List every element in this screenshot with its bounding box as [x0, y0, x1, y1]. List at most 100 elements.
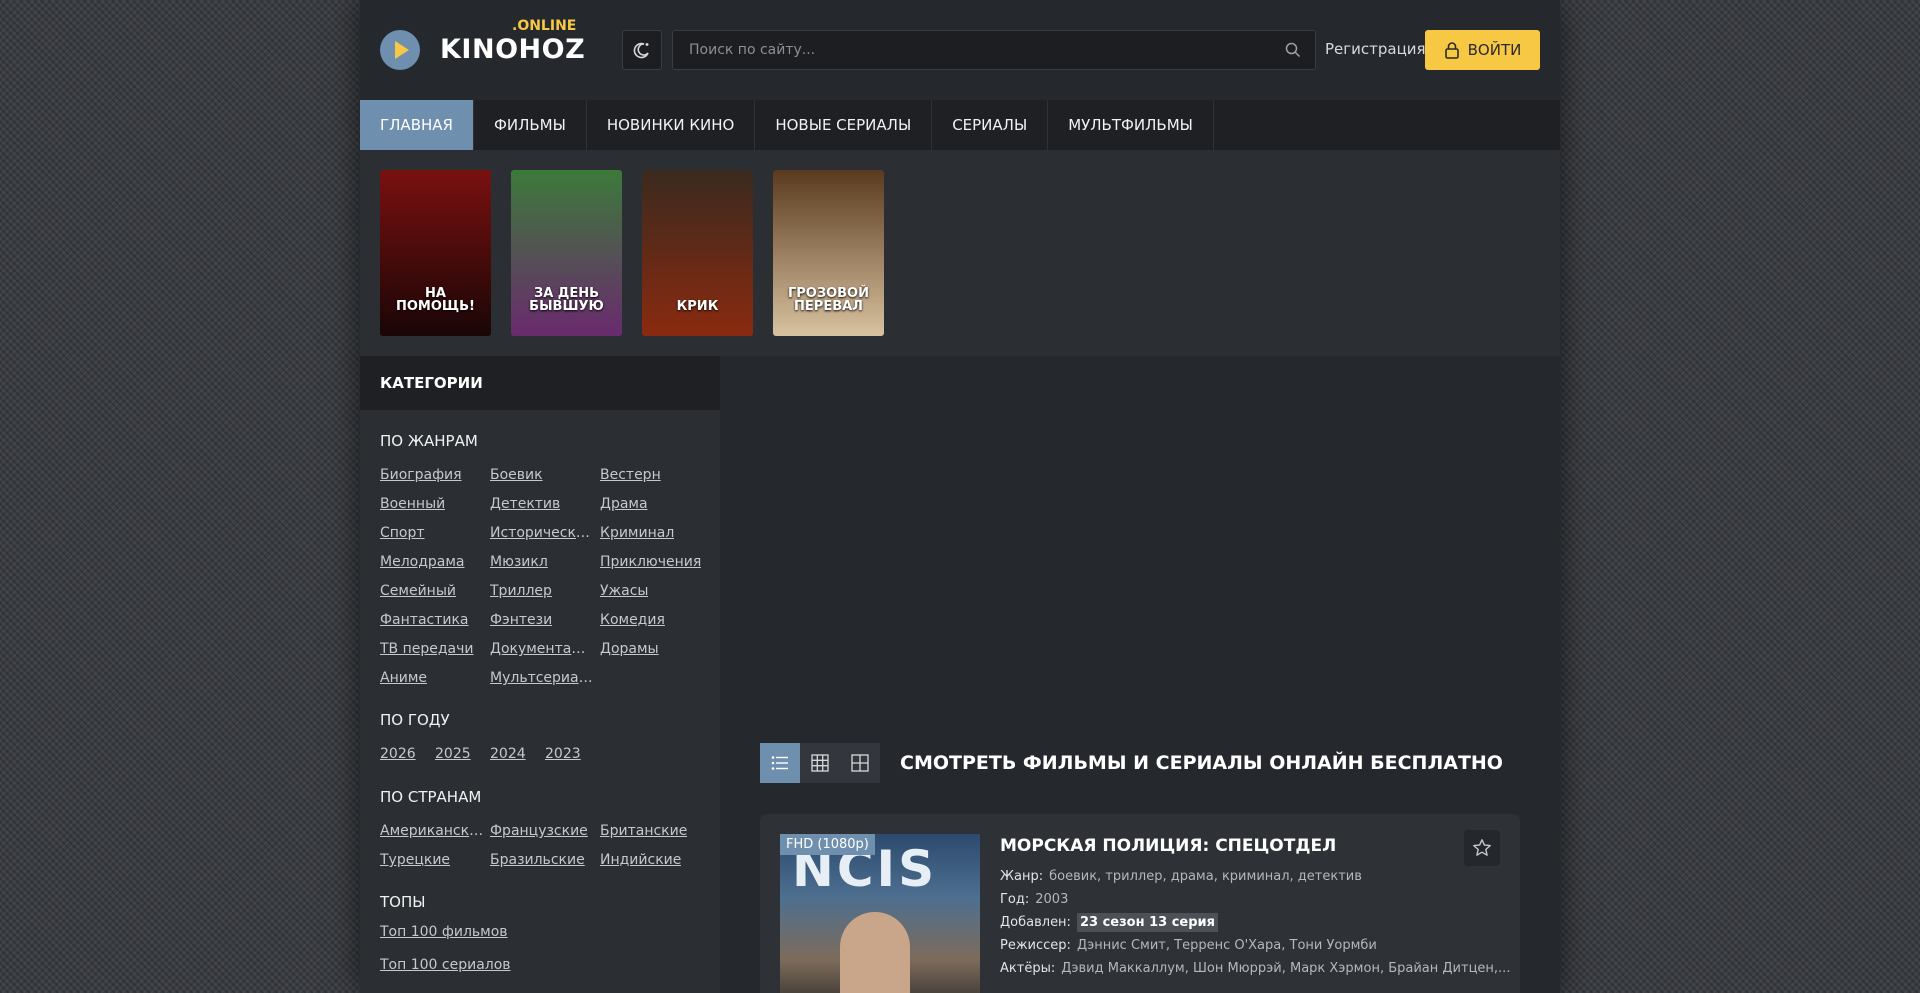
top-link[interactable]: Топ 100 сериалов	[380, 957, 511, 973]
year-link[interactable]: 2024	[490, 746, 526, 762]
tops-title: ТОПЫ	[380, 893, 426, 911]
top-link[interactable]: Топ 100 фильмов	[380, 924, 508, 940]
categories-sidebar: КАТЕГОРИИ ПО ЖАНРАМ Биография Боевик Весте…	[360, 356, 720, 993]
genre-link[interactable]: ТВ передачи	[380, 641, 474, 657]
genres-title: ПО ЖАНРАМ	[380, 432, 478, 450]
genre-link[interactable]: Мюзикл	[490, 554, 548, 570]
genre-link[interactable]: Триллер	[490, 583, 552, 599]
director-label: Режиссер:	[1000, 938, 1071, 953]
genre-link[interactable]: Комедия	[600, 612, 665, 628]
lock-icon	[1444, 42, 1459, 59]
movie-poster[interactable]: NCIS FHD (1080p)	[780, 834, 980, 993]
actors-row: Актёры: Дэвид Маккаллум, Шон Мюррэй, Марк…	[1000, 961, 1510, 976]
nav-item-cartoons[interactable]: МУЛЬТФИЛЬМЫ	[1048, 100, 1214, 150]
poster-title: КРИК	[676, 299, 719, 315]
country-link[interactable]: Индийские	[600, 852, 681, 868]
genre-link[interactable]: Вестерн	[600, 467, 661, 483]
nav-item-home[interactable]: ГЛАВНАЯ	[360, 100, 474, 150]
genre-link[interactable]: Биография	[380, 467, 462, 483]
actors-value: Дэвид Маккаллум, Шон Мюррэй, Марк Хэрмон…	[1061, 961, 1511, 976]
featured-poster[interactable]: НА ПОМОЩЬ!	[380, 170, 491, 336]
genre-link[interactable]: Исторический	[490, 525, 594, 541]
genre-link[interactable]: Фэнтези	[490, 612, 552, 628]
year-link[interactable]: 2025	[435, 746, 471, 762]
poster-title: НА ПОМОЩЬ!	[396, 285, 475, 315]
genre-link[interactable]: Семейный	[380, 583, 456, 599]
featured-poster[interactable]: КРИК	[642, 170, 753, 336]
quality-badge: FHD (1080p)	[780, 834, 875, 855]
genre-row: Жанр: боевик, триллер, драма, криминал, д…	[1000, 869, 1362, 884]
year-link[interactable]: 2023	[545, 746, 581, 762]
year-link[interactable]: 2026	[380, 746, 416, 762]
page: KINOHOZ .ONLINE Регистрация ВОЙТИ	[360, 0, 1560, 993]
added-row: Добавлен: 23 сезон 13 серия	[1000, 913, 1218, 932]
genre-link[interactable]: Детектив	[490, 496, 560, 512]
countries-title: ПО СТРАНАМ	[380, 788, 482, 806]
genre-link[interactable]: Дорамы	[600, 641, 659, 657]
nav-item-new-series[interactable]: НОВЫЕ СЕРИАЛЫ	[755, 100, 933, 150]
nav-item-series[interactable]: СЕРИАЛЫ	[932, 100, 1049, 150]
years-title: ПО ГОДУ	[380, 711, 450, 729]
year-label: Год:	[1000, 892, 1030, 907]
tile-view-button[interactable]	[840, 743, 880, 783]
grid-view-button[interactable]	[800, 743, 840, 783]
search-input[interactable]	[673, 31, 1273, 69]
featured-poster[interactable]: ГРОЗОВОЙ ПЕРЕВАЛ	[773, 170, 884, 336]
sidebar-heading: КАТЕГОРИИ	[360, 356, 720, 410]
genre-link[interactable]: Приключения	[600, 554, 701, 570]
genre-link[interactable]: Военный	[380, 496, 445, 512]
movie-title[interactable]: МОРСКАЯ ПОЛИЦИЯ: СПЕЦОТДЕЛ	[1000, 836, 1336, 856]
register-link[interactable]: Регистрация	[1325, 40, 1426, 58]
genre-value: боевик, триллер, драма, криминал, детект…	[1049, 869, 1362, 884]
featured-carousel: НА ПОМОЩЬ! ЗА ДЕНЬ БЫВШУЮ КРИК ГРОЗОВОЙ …	[360, 150, 1560, 356]
search-icon[interactable]	[1285, 42, 1301, 58]
genre-link[interactable]: Мультсериалы	[490, 670, 594, 686]
genre-link[interactable]: Драма	[600, 496, 648, 512]
header: KINOHOZ .ONLINE Регистрация ВОЙТИ	[360, 0, 1560, 100]
site-logo[interactable]: KINOHOZ .ONLINE	[380, 18, 585, 78]
director-value: Дэннис Смит, Терренс О'Хара, Тони Уормби	[1076, 938, 1377, 953]
poster-title: ЗА ДЕНЬ БЫВШУЮ	[529, 285, 604, 315]
added-badge: 23 сезон 13 серия	[1076, 913, 1218, 932]
added-label: Добавлен:	[1000, 915, 1071, 930]
genre-link[interactable]: Аниме	[380, 670, 427, 686]
list-view-button[interactable]	[760, 743, 800, 783]
login-label: ВОЙТИ	[1467, 41, 1522, 59]
actors-label: Актёры:	[1000, 961, 1056, 976]
genre-link[interactable]: Ужасы	[600, 583, 648, 599]
genre-link[interactable]: Криминал	[600, 525, 674, 541]
favorite-button[interactable]	[1464, 830, 1500, 866]
genre-link[interactable]: Спорт	[380, 525, 425, 541]
search-bar	[672, 30, 1316, 70]
country-link[interactable]: Американские	[380, 823, 484, 839]
director-row: Режиссер: Дэннис Смит, Терренс О'Хара, То…	[1000, 938, 1377, 953]
view-switcher	[760, 743, 880, 783]
year-value: 2003	[1035, 892, 1069, 907]
country-link[interactable]: Французские	[490, 823, 588, 839]
year-row: Год: 2003	[1000, 892, 1068, 907]
nav-item-movies[interactable]: ФИЛЬМЫ	[474, 100, 587, 150]
genre-link[interactable]: Мелодрама	[380, 554, 465, 570]
list-view-icon	[771, 756, 788, 770]
featured-poster[interactable]: ЗА ДЕНЬ БЫВШУЮ	[511, 170, 622, 336]
poster-title: ГРОЗОВОЙ ПЕРЕВАЛ	[788, 285, 869, 315]
nav-item-new-movies[interactable]: НОВИНКИ КИНО	[587, 100, 756, 150]
grid-view-icon	[811, 754, 829, 772]
poster-figure	[840, 912, 910, 993]
login-button[interactable]: ВОЙТИ	[1425, 30, 1540, 70]
genre-link[interactable]: Документальный	[490, 641, 594, 657]
theme-toggle-button[interactable]	[622, 30, 662, 70]
country-link[interactable]: Турецкие	[380, 852, 450, 868]
logo-suffix: .ONLINE	[512, 18, 577, 34]
theme-moon-icon	[633, 42, 649, 59]
genre-label: Жанр:	[1000, 869, 1044, 884]
play-icon	[380, 30, 420, 70]
star-icon	[1473, 839, 1491, 856]
main-content: СМОТРЕТЬ ФИЛЬМЫ И СЕРИАЛЫ ОНЛАЙН БЕСПЛАТ…	[720, 356, 1560, 993]
country-link[interactable]: Бразильские	[490, 852, 585, 868]
genre-link[interactable]: Фантастика	[380, 612, 469, 628]
country-link[interactable]: Британские	[600, 823, 687, 839]
logo-text: KINOHOZ	[440, 34, 586, 65]
genre-link[interactable]: Боевик	[490, 467, 543, 483]
page-title: СМОТРЕТЬ ФИЛЬМЫ И СЕРИАЛЫ ОНЛАЙН БЕСПЛАТ…	[900, 752, 1503, 774]
